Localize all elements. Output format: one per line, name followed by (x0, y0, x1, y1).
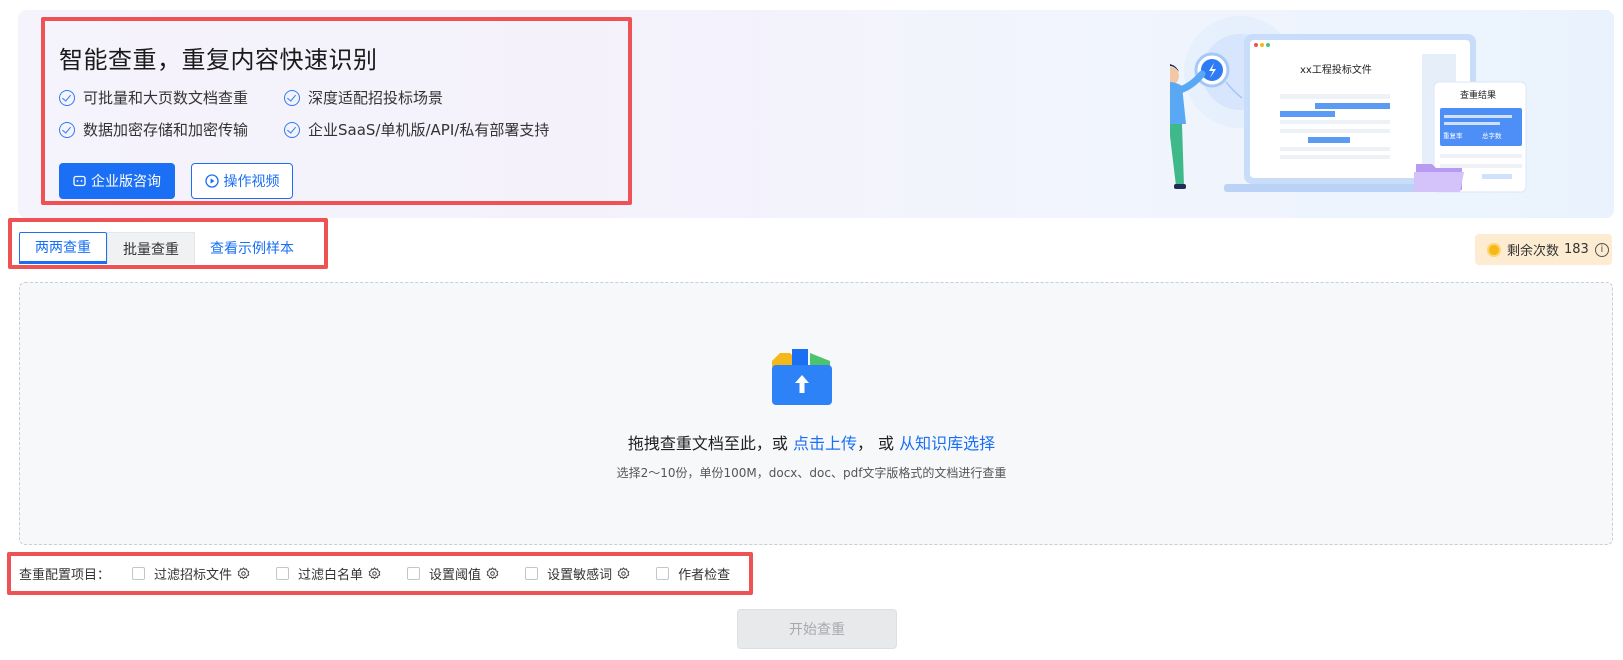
start-check-button[interactable]: 开始查重 (737, 609, 897, 649)
remaining-label: 剩余次数 (1507, 244, 1560, 259)
folder-upload-icon (772, 349, 832, 405)
click-upload-link[interactable]: 点击上传 (793, 434, 857, 453)
upload-prefix: 拖拽查重文档至此，或 (627, 434, 788, 453)
illustration-result-title: 查重结果 (1460, 89, 1496, 101)
coin-icon (1487, 242, 1501, 257)
illustration-duplicate-rate: 重复率 (1443, 131, 1463, 140)
page: 智能查重，重复内容快速识别 可批量和大页数文档查重 深度适配招投标场景 数据加密… (0, 0, 1623, 660)
upload-dropzone[interactable] (19, 282, 1613, 545)
highlight-box-banner (41, 17, 632, 205)
upload-instruction: 拖拽查重文档至此，或 点击上传， 或 从知识库选择 (0, 430, 1623, 454)
select-from-library-link[interactable]: 从知识库选择 (899, 434, 995, 453)
upload-separator: ， 或 (856, 434, 895, 453)
upload-hint: 选择2～10份，单份100M，docx、doc、pdf文字版格式的文档进行查重 (616, 466, 1007, 480)
remaining-count: 183 (1564, 242, 1589, 257)
banner-illustration: xx工程投标文件 查重结果 重复率 总字数 (1170, 16, 1527, 193)
illustration-word-count: 总字数 (1482, 131, 1502, 140)
highlight-box-config (7, 552, 753, 595)
info-icon[interactable]: i (1594, 242, 1609, 257)
illustration-doc-title: xx工程投标文件 (1300, 63, 1372, 76)
remaining-count-badge: 剩余次数 183 i (1475, 234, 1612, 265)
highlight-box-tabs (8, 218, 328, 269)
